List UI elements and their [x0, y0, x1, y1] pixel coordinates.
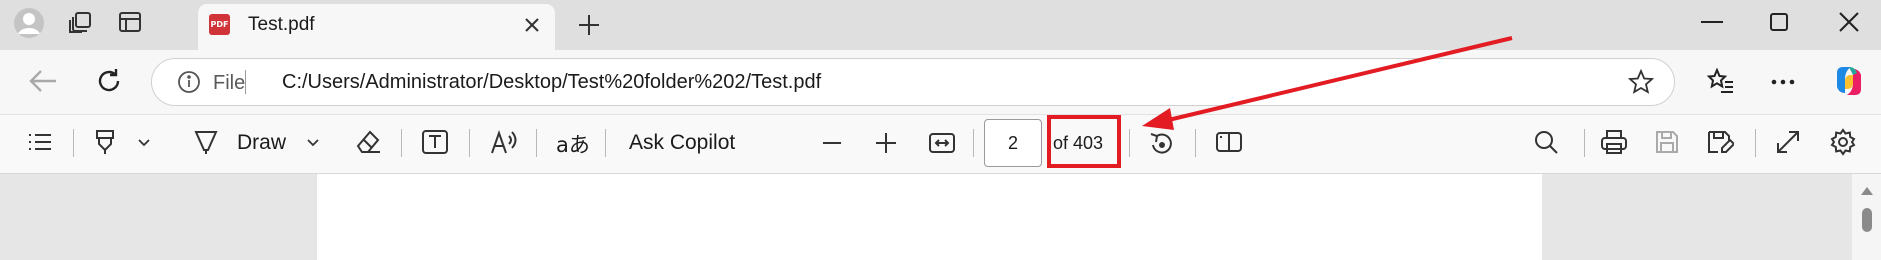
zoom-in-icon[interactable]: [875, 132, 897, 154]
toolbar-divider: [605, 129, 606, 157]
contents-icon[interactable]: [27, 131, 53, 153]
annotation-highlight-box: [1047, 115, 1121, 168]
fit-to-width-icon[interactable]: [928, 131, 956, 155]
file-scheme-label[interactable]: File: [213, 72, 245, 95]
tab-title: Test.pdf: [248, 14, 315, 35]
toolbar-divider: [401, 129, 402, 157]
save-icon[interactable]: [1654, 129, 1680, 155]
full-screen-icon[interactable]: [1775, 129, 1801, 155]
chevron-down-icon[interactable]: [137, 138, 151, 147]
translate-icon[interactable]: aあ: [556, 129, 590, 159]
address-divider: [245, 70, 246, 94]
print-icon[interactable]: [1600, 129, 1628, 155]
url-text[interactable]: C:/Users/Administrator/Desktop/Test%20fo…: [282, 71, 821, 94]
info-icon[interactable]: [177, 70, 201, 94]
more-options-icon[interactable]: [1771, 79, 1795, 85]
eraser-icon[interactable]: [354, 128, 382, 156]
toolbar-divider: [73, 129, 74, 157]
toolbar-divider: [536, 129, 537, 157]
settings-gear-icon[interactable]: [1829, 128, 1857, 156]
copilot-icon[interactable]: [1831, 63, 1867, 99]
draw-pen-icon[interactable]: [193, 128, 219, 156]
workspaces-icon[interactable]: [67, 10, 93, 36]
toolbar-divider: [469, 129, 470, 157]
scroll-thumb[interactable]: [1862, 208, 1872, 232]
chevron-down-icon[interactable]: [306, 138, 320, 147]
toolbar-divider: [973, 129, 974, 157]
save-as-icon[interactable]: [1706, 129, 1734, 155]
search-icon[interactable]: [1533, 129, 1559, 155]
text-box-icon[interactable]: [421, 129, 449, 155]
favorites-icon[interactable]: [1707, 68, 1735, 94]
pdf-page[interactable]: [317, 174, 1542, 260]
highlight-icon[interactable]: [93, 128, 117, 156]
new-tab-icon[interactable]: [577, 13, 601, 37]
toolbar-divider: [1584, 129, 1585, 157]
profile-avatar-icon[interactable]: [13, 7, 45, 39]
vertical-tabs-icon[interactable]: [117, 9, 143, 35]
ask-copilot-button[interactable]: Ask Copilot: [629, 131, 735, 155]
annotation-arrow-icon: [1130, 30, 1530, 140]
minimize-icon[interactable]: [1701, 20, 1723, 24]
read-aloud-icon[interactable]: [490, 128, 520, 156]
toolbar-divider: [1755, 129, 1756, 157]
back-icon[interactable]: [28, 68, 58, 94]
maximize-icon[interactable]: [1769, 12, 1789, 32]
refresh-icon[interactable]: [95, 67, 123, 95]
page-number-input[interactable]: 2: [984, 119, 1042, 167]
close-window-icon[interactable]: [1838, 11, 1860, 33]
zoom-out-icon[interactable]: [822, 141, 842, 145]
draw-label[interactable]: Draw: [237, 131, 286, 155]
close-tab-icon[interactable]: [523, 16, 541, 34]
scroll-up-icon[interactable]: [1860, 186, 1874, 196]
pdf-icon: PDF: [209, 14, 230, 35]
favorite-star-icon[interactable]: [1628, 69, 1654, 95]
vertical-scrollbar[interactable]: [1852, 174, 1881, 260]
